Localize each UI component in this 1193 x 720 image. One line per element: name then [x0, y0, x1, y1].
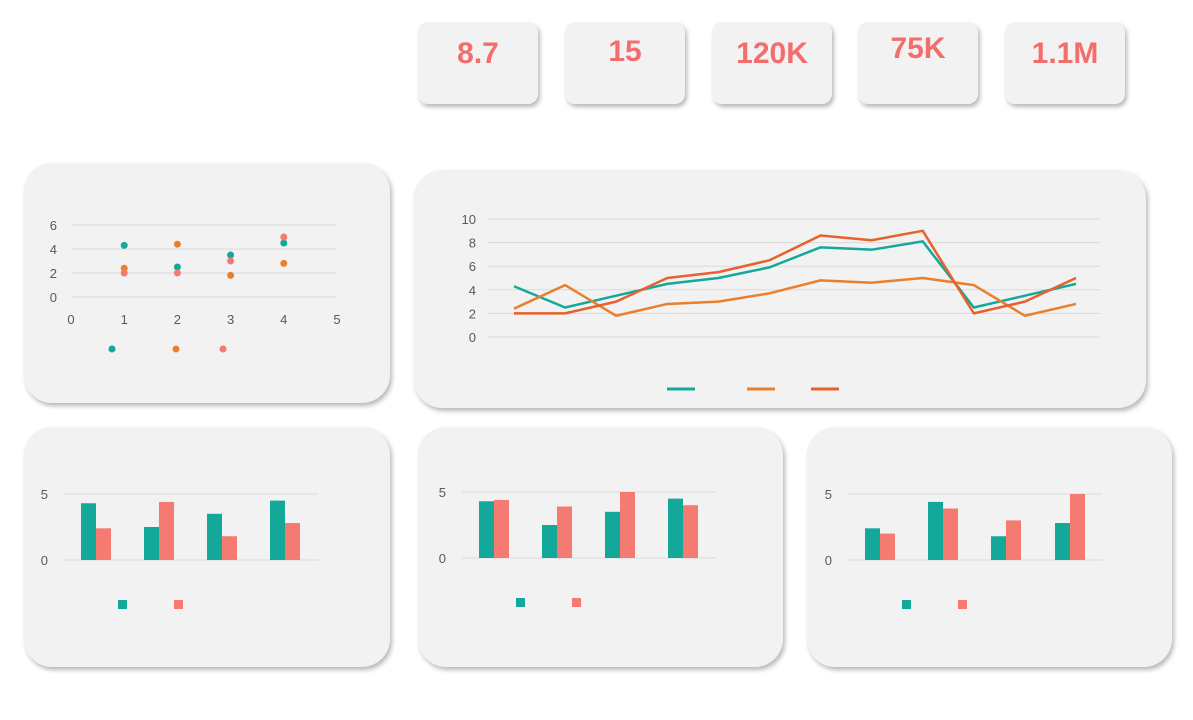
bar [620, 492, 635, 558]
line-y-tick-label: 10 [462, 212, 476, 227]
line-series-1 [513, 240, 1077, 309]
bar [880, 533, 895, 560]
scatter-point [173, 263, 181, 271]
scatter-legend-marker [108, 345, 116, 353]
line-y-tick-label: 8 [469, 236, 476, 251]
bar-legend-marker [572, 598, 581, 607]
bar [928, 501, 943, 560]
scatter-x-tick-label: 2 [174, 312, 181, 327]
scatter-point [120, 241, 128, 249]
bar [542, 525, 557, 558]
bar [159, 501, 174, 560]
bar [683, 505, 698, 558]
bar [494, 499, 509, 558]
bar [605, 511, 620, 558]
scatter-point [227, 257, 235, 265]
scatter-x-tick-label: 4 [280, 312, 287, 327]
bar-legend-marker [958, 600, 967, 609]
scatter-legend-marker [219, 345, 227, 353]
bar-y-tick-label: 5 [439, 485, 446, 500]
scatter-point [227, 271, 235, 279]
bar-y-tick-label: 0 [439, 551, 446, 566]
bar [1055, 523, 1070, 560]
bar-legend-marker [516, 598, 525, 607]
scatter-x-tick-label: 3 [227, 312, 234, 327]
scatter-y-tick-label: 6 [50, 218, 57, 233]
scatter-point [280, 233, 288, 241]
bar [96, 528, 111, 560]
scatter-point [173, 240, 181, 248]
bar [81, 503, 96, 560]
scatter-legend-marker [172, 345, 180, 353]
line-y-tick-label: 2 [469, 306, 476, 321]
charts-layer: 0 2 4 6 0 1 2 3 4 5 0 2 4 6 8 10 0 5 0 5 0 5 [41, 212, 1102, 609]
bar [270, 500, 285, 560]
bar [285, 523, 300, 560]
bar [479, 501, 494, 558]
bar [943, 508, 958, 560]
bar [991, 536, 1006, 560]
bar [865, 528, 880, 560]
bar-legend-marker [174, 600, 183, 609]
scatter-point [227, 251, 235, 259]
line-y-tick-label: 0 [469, 330, 476, 345]
bar [222, 536, 237, 560]
scatter-y-tick-label: 0 [50, 290, 57, 305]
bar-y-tick-label: 0 [825, 553, 832, 568]
bar [1006, 520, 1021, 560]
scatter-x-tick-label: 0 [67, 312, 74, 327]
bar-y-tick-label: 5 [41, 487, 48, 502]
bar-legend-marker [118, 600, 127, 609]
bar-y-tick-label: 5 [825, 487, 832, 502]
scatter-y-tick-label: 4 [50, 242, 57, 257]
bar [1070, 494, 1085, 560]
scatter-point [120, 269, 128, 277]
scatter-x-tick-label: 1 [121, 312, 128, 327]
line-y-tick-label: 4 [469, 283, 476, 298]
bar [144, 527, 159, 560]
line-y-tick-label: 6 [469, 259, 476, 274]
scatter-point [280, 259, 288, 267]
bar [668, 498, 683, 558]
scatter-point [280, 239, 288, 247]
scatter-y-tick-label: 2 [50, 266, 57, 281]
bar [557, 506, 572, 558]
scatter-point [173, 269, 181, 277]
bar-legend-marker [902, 600, 911, 609]
bar-y-tick-label: 0 [41, 553, 48, 568]
bar [207, 513, 222, 560]
scatter-x-tick-label: 5 [333, 312, 340, 327]
